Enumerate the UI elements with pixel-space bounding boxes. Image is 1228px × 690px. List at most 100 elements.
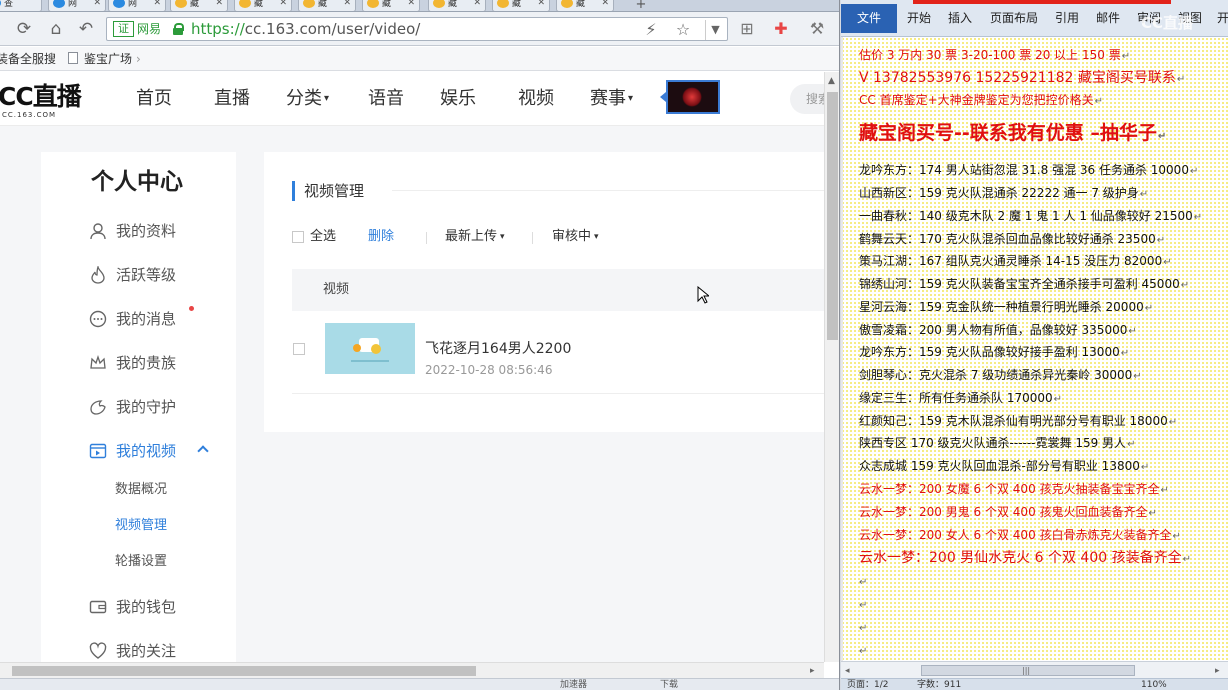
wrench-icon[interactable]: ⚒ bbox=[806, 19, 828, 39]
scroll-right-icon[interactable]: ▸ bbox=[1215, 666, 1220, 676]
document-line[interactable]: 鹤舞云天：170 克火队混杀回血品像比较好通杀 23500↵ bbox=[859, 231, 1165, 249]
sidebar-sub-carousel-settings[interactable]: 轮播设置 bbox=[115, 552, 167, 572]
nav-video[interactable]: 视频 bbox=[518, 87, 554, 111]
nav-home[interactable]: 首页 bbox=[136, 87, 172, 111]
document-line[interactable]: 云水一梦：200 女人 6 个双 400 孩白骨赤炼克火装备齐全↵ bbox=[859, 527, 1181, 545]
sort-dropdown[interactable]: 最新上传 ▾ bbox=[445, 228, 505, 246]
ribbon-tab-more[interactable]: 开 bbox=[1217, 10, 1228, 26]
word-horizontal-scrollbar[interactable]: ◂ ||| ▸ bbox=[841, 661, 1228, 678]
ribbon-tab-layout[interactable]: 页面布局 bbox=[990, 10, 1038, 26]
document-line[interactable]: 星河云海：159 克金队统一种植景行明光睡杀 20000↵ bbox=[859, 299, 1153, 317]
star-icon[interactable]: ☆ bbox=[673, 20, 693, 40]
home-icon[interactable]: ⌂ bbox=[44, 18, 68, 40]
review-status-dropdown[interactable]: 审核中 ▾ bbox=[552, 228, 599, 246]
promo-banner[interactable] bbox=[666, 80, 720, 114]
close-tab-icon[interactable]: ✕ bbox=[343, 0, 351, 8]
certificate-badge[interactable]: 证 bbox=[113, 21, 134, 37]
horizontal-scrollbar[interactable]: ▸ bbox=[0, 662, 824, 678]
document-line[interactable]: 众志成城 159 克火队回血混杀-部分号有职业 13800↵ bbox=[859, 458, 1149, 476]
chevron-up-icon[interactable] bbox=[197, 445, 209, 457]
close-tab-icon[interactable]: ✕ bbox=[279, 0, 287, 8]
document-line[interactable]: 龙吟东方：174 男人站街忽混 31.8 强混 36 任务通杀 10000↵ bbox=[859, 162, 1198, 180]
document-line[interactable]: V 13782553976 15225921182 藏宝阁买号联系↵ bbox=[859, 69, 1185, 89]
nav-entertainment[interactable]: 娱乐 bbox=[440, 87, 476, 111]
select-all-label[interactable]: 全选 bbox=[310, 228, 336, 246]
scroll-left-icon[interactable]: ◂ bbox=[845, 666, 850, 676]
word-scroll-thumb[interactable]: ||| bbox=[921, 665, 1135, 676]
close-tab-icon[interactable]: ✕ bbox=[153, 0, 161, 8]
bookmark-item[interactable]: 鉴宝广场 › bbox=[68, 51, 141, 67]
close-tab-icon[interactable]: ✕ bbox=[601, 0, 609, 8]
document-line[interactable]: 山西新区：159 克火队混通杀 22222 通一 7 级护身↵ bbox=[859, 185, 1148, 203]
close-tab-icon[interactable]: ✕ bbox=[473, 0, 481, 8]
scroll-up-icon[interactable]: ▲ bbox=[828, 76, 835, 86]
nav-voice[interactable]: 语音 bbox=[368, 87, 404, 111]
select-all-checkbox[interactable] bbox=[292, 231, 304, 243]
close-tab-icon[interactable]: ✕ bbox=[537, 0, 545, 8]
browser-tab[interactable]: 藏 ✕ bbox=[170, 0, 228, 11]
document-line[interactable]: CC 首席鉴定+大神金牌鉴定为您把控价格关↵ bbox=[859, 92, 1103, 110]
row-checkbox[interactable] bbox=[293, 343, 305, 355]
document-line[interactable]: 藏宝阁买号--联系我有优惠 –抽华子↵ bbox=[859, 121, 1166, 149]
document-line[interactable]: 缘定三生：所有任务通杀队 170000↵ bbox=[859, 390, 1062, 408]
close-tab-icon[interactable]: ✕ bbox=[407, 0, 415, 8]
ribbon-tab-home[interactable]: 开始 bbox=[907, 10, 931, 26]
url-text[interactable]: https://cc.163.com/user/video/ bbox=[191, 20, 420, 38]
document-line[interactable]: 估价 3 万内 30 票 3-20-100 票 20 以上 150 票↵ bbox=[859, 47, 1130, 65]
line-text: 云水一梦：200 女魔 6 个双 400 孩克火抽装备宝宝齐全 bbox=[859, 482, 1160, 496]
ribbon-tab-references[interactable]: 引用 bbox=[1055, 10, 1079, 26]
video-thumbnail[interactable] bbox=[325, 323, 415, 374]
document-line[interactable]: 傲雪凌霜：200 男人物有所值，品像较好 335000↵ bbox=[859, 322, 1137, 340]
browser-tab[interactable]: 藏 ✕ bbox=[492, 0, 550, 11]
lightning-icon[interactable]: ⚡ bbox=[641, 20, 661, 40]
document-line[interactable]: 龙吟东方：159 克火队品像较好接手盈利 13000↵ bbox=[859, 344, 1129, 362]
gamepad-icon[interactable]: ✚ bbox=[770, 19, 792, 39]
ribbon-tab-mailings[interactable]: 邮件 bbox=[1096, 10, 1120, 26]
nav-category[interactable]: 分类 ▾ bbox=[286, 87, 329, 111]
document-line[interactable]: 云水一梦：200 男鬼 6 个双 400 孩鬼火回血装备齐全↵ bbox=[859, 504, 1157, 522]
document-line[interactable]: 云水一梦：200 男仙水克火 6 个双 400 孩装备齐全↵ bbox=[859, 549, 1191, 569]
grid-icon[interactable]: ⊞ bbox=[736, 19, 758, 39]
bookmark-item[interactable]: 装备全服搜 bbox=[0, 51, 56, 67]
sidebar-sub-data-overview[interactable]: 数据概况 bbox=[115, 480, 167, 500]
address-bar[interactable]: 证 网易 https://cc.163.com/user/video/ ⚡ ☆ … bbox=[106, 17, 728, 41]
ribbon-tab-insert[interactable]: 插入 bbox=[948, 10, 972, 26]
document-page[interactable]: 估价 3 万内 30 票 3-20-100 票 20 以上 150 票↵ V 13… bbox=[841, 37, 1228, 661]
delete-button[interactable]: 删除 bbox=[368, 228, 394, 246]
vertical-scrollbar[interactable]: ▲ bbox=[824, 72, 839, 662]
treasure-icon bbox=[497, 0, 509, 8]
browser-tab[interactable]: 网 ✕ bbox=[108, 0, 166, 11]
document-line[interactable]: 陕西专区 170 级克火队通杀------霓裳舞 159 男人↵ bbox=[859, 435, 1135, 453]
browser-tab[interactable]: 藏 ✕ bbox=[428, 0, 486, 11]
scroll-right-icon[interactable]: ▸ bbox=[810, 666, 815, 676]
browser-tab-active[interactable]: 网 ✕ bbox=[48, 0, 106, 11]
new-tab-button[interactable]: + bbox=[626, 0, 656, 11]
close-tab-icon[interactable]: ✕ bbox=[93, 0, 101, 8]
document-line[interactable]: 红颜知己：159 克木队混杀仙有明光部分号有职业 18000↵ bbox=[859, 413, 1177, 431]
back-icon[interactable]: ↶ bbox=[74, 18, 98, 40]
site-header: CC直播 CC.163.COM 首页 直播 分类 ▾ 语音 娱乐 视频 赛事 ▾ 搜… bbox=[0, 72, 824, 126]
nav-events[interactable]: 赛事 ▾ bbox=[590, 87, 633, 111]
browser-tab[interactable]: 藏 ✕ bbox=[362, 0, 420, 11]
refresh-icon[interactable]: ⟳ bbox=[12, 18, 36, 40]
cc-logo[interactable]: CC直播 CC.163.COM bbox=[0, 84, 90, 120]
page-viewport: CC直播 CC.163.COM 首页 直播 分类 ▾ 语音 娱乐 视频 赛事 ▾ 搜… bbox=[0, 72, 824, 662]
horizontal-scroll-thumb[interactable] bbox=[12, 666, 476, 676]
browser-tab[interactable]: 藏 ✕ bbox=[298, 0, 356, 11]
search-input[interactable]: 搜索 bbox=[790, 84, 824, 114]
browser-tab[interactable]: 藏 ✕ bbox=[556, 0, 614, 11]
browser-tab[interactable]: 查 bbox=[0, 0, 42, 11]
video-title[interactable]: 飞花逐月164男人2200 bbox=[425, 339, 571, 359]
close-tab-icon[interactable]: ✕ bbox=[215, 0, 223, 8]
sidebar-sub-video-management[interactable]: 视频管理 bbox=[115, 516, 167, 536]
nav-live[interactable]: 直播 bbox=[214, 87, 250, 111]
browser-tab[interactable]: 藏 ✕ bbox=[234, 0, 292, 11]
document-line[interactable]: 剑胆琴心：克火混杀 7 级功绩通杀异光秦岭 30000↵ bbox=[859, 367, 1142, 385]
vertical-scroll-thumb[interactable] bbox=[827, 92, 838, 340]
document-line[interactable]: 策马江湖：167 组队克火通灵睡杀 14-15 没压力 82000↵ bbox=[859, 253, 1172, 271]
document-line[interactable]: 云水一梦：200 女魔 6 个双 400 孩克火抽装备宝宝齐全↵ bbox=[859, 481, 1169, 499]
ribbon-tab-file[interactable]: 文件 bbox=[841, 4, 897, 33]
document-line[interactable]: 一曲春秋：140 级克木队 2 魔 1 鬼 1 人 1 仙品像较好 21500↵ bbox=[859, 208, 1202, 226]
document-line[interactable]: 锦绣山河：159 克火队装备宝宝齐全通杀接手可盈利 45000↵ bbox=[859, 276, 1189, 294]
chevron-down-icon[interactable]: ▼ bbox=[705, 20, 725, 40]
